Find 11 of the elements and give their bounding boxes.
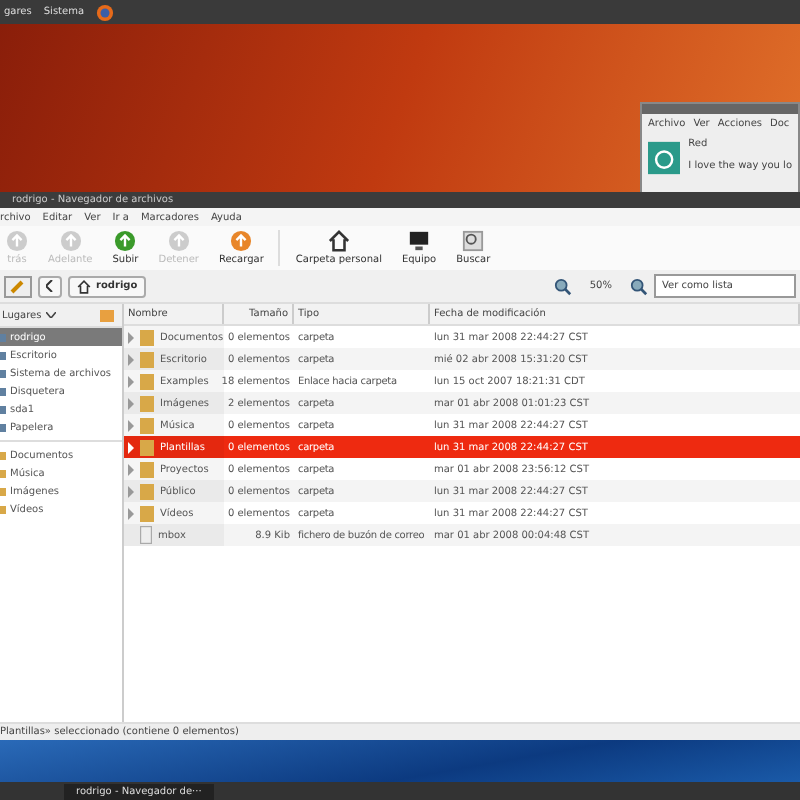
path-back-button[interactable] [38,275,62,297]
avatar-icon [648,138,681,178]
chevron-left-icon [46,280,54,292]
home-icon [76,279,92,293]
browser-icon[interactable] [96,3,115,21]
caret-icon [45,312,56,318]
zoom-out-icon[interactable] [553,277,572,295]
zoom-in-icon[interactable] [630,277,648,295]
search-icon [462,230,485,252]
computer-icon [408,230,431,252]
home-icon [327,230,350,252]
